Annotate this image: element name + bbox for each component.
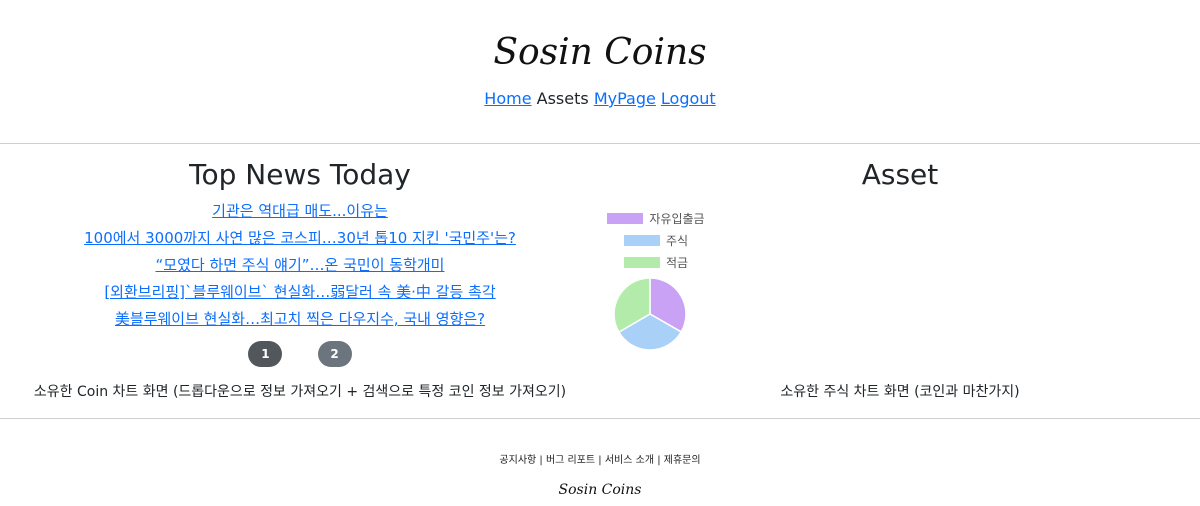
site-brand: Sosin Coins (493, 32, 707, 73)
news-item[interactable]: 기관은 역대급 매도...이유는 (0, 198, 600, 225)
news-section: Top News Today 기관은 역대급 매도...이유는 100에서 30… (0, 158, 600, 333)
asset-pie-chart (613, 277, 687, 351)
legend-item[interactable]: 자유입출금 (596, 207, 716, 229)
divider-top (0, 143, 1200, 144)
news-item[interactable]: [외환브리핑]`블루웨이브` 현실화…弱달러 속 美·中 갈등 촉각 (0, 279, 600, 306)
news-item[interactable]: 100에서 3000까지 사연 많은 코스피…30년 톱10 지킨 '국민주'는… (0, 225, 600, 252)
news-item[interactable]: “모였다 하면 주식 얘기”…온 국민이 동학개미 (0, 252, 600, 279)
stock-chart-note: 소유한 주식 차트 화면 (코인과 마찬가지) (780, 384, 1020, 400)
nav-assets-label: Assets (536, 89, 589, 108)
page-button-1[interactable]: 1 (248, 341, 283, 367)
footer-brand: Sosin Coins (558, 482, 642, 498)
legend-swatch (623, 234, 660, 246)
legend-item[interactable]: 주식 (596, 229, 716, 251)
coin-chart-note: 소유한 Coin 차트 화면 (드롭다운으로 정보 가져오기 + 검색으로 특정… (33, 384, 567, 400)
nav-home-link[interactable]: Home (484, 89, 531, 108)
legend-swatch (607, 212, 644, 224)
divider-bottom (0, 418, 1200, 419)
asset-section: Asset (600, 158, 1200, 192)
legend-label: 자유입출금 (649, 211, 705, 226)
chart-legend: 자유입출금 주식 적금 (596, 207, 716, 273)
news-title: Top News Today (189, 158, 411, 191)
legend-label: 주식 (665, 233, 689, 248)
legend-label: 적금 (665, 255, 689, 270)
news-item[interactable]: 美블루웨이브 현실화…최고치 찍은 다우지수, 국내 영향은? (0, 306, 600, 333)
asset-title: Asset (861, 158, 939, 191)
legend-swatch (623, 256, 660, 268)
page-button-2[interactable]: 2 (317, 341, 352, 367)
news-pagination: 1 2 (0, 341, 600, 367)
nav-logout-link[interactable]: Logout (661, 89, 716, 108)
footer-links[interactable]: 공지사항 | 버그 리포트 | 서비스 소개 | 제휴문의 (0, 451, 1200, 466)
nav-mypage-link[interactable]: MyPage (594, 89, 656, 108)
legend-item[interactable]: 적금 (596, 251, 716, 273)
top-nav: Home Assets MyPage Logout (0, 89, 1200, 108)
news-list: 기관은 역대급 매도...이유는 100에서 3000까지 사연 많은 코스피…… (0, 198, 600, 333)
